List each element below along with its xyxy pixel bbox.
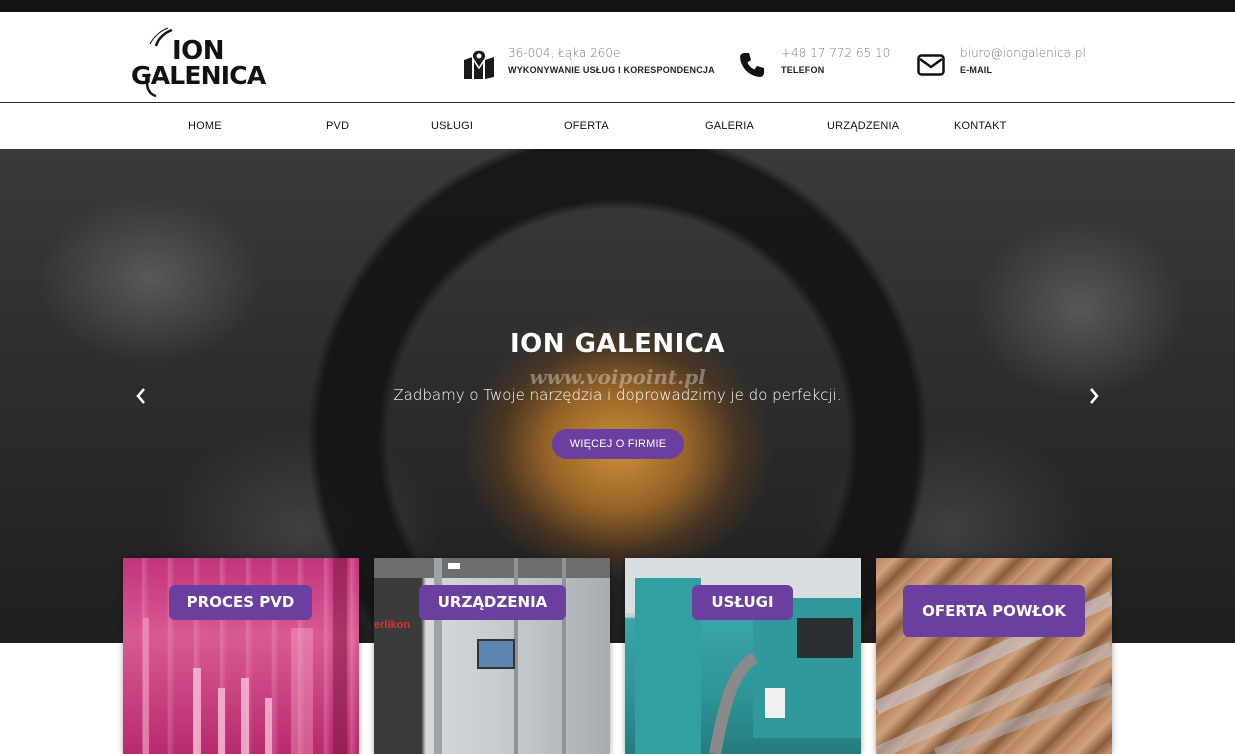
chevron-right-icon	[1090, 388, 1099, 404]
nav-item-oferta[interactable]: OFERTA	[564, 120, 609, 132]
nav-item-urzadzenia[interactable]: URZĄDZENIA	[827, 120, 899, 132]
address-text: 36-004, Łąka 260e	[508, 46, 621, 60]
phone-icon	[735, 48, 769, 82]
nav-item-pvd[interactable]: PVD	[326, 120, 349, 132]
phone-block: +48 17 772 65 10 TELEFON	[735, 46, 890, 82]
main-nav: HOME PVD USŁUGI OFERTA GALERIA URZĄDZENI…	[0, 104, 1235, 149]
card-pvd-process[interactable]: PROCES PVD	[123, 558, 359, 754]
card-label: PROCES PVD	[169, 585, 312, 620]
slider-next-button[interactable]	[1084, 385, 1104, 407]
phone-label: TELEFON	[781, 65, 825, 75]
logo-line2: GALENICA	[131, 61, 267, 90]
hero-subtitle: Zadbamy o Twoje narzędzia i doprowadzimy…	[393, 386, 842, 404]
email-label: E-MAIL	[960, 65, 993, 75]
card-services[interactable]: USŁUGI	[625, 558, 861, 754]
header: ION GALENICA 36-004, Łąka 260e WYKONYWAN…	[0, 12, 1235, 103]
nav-item-galeria[interactable]: GALERIA	[705, 120, 754, 132]
card-label: USŁUGI	[692, 585, 793, 620]
feature-cards: PROCES PVD erlikon URZĄDZENIA USŁUGI OFE…	[0, 558, 1235, 754]
brand-text: erlikon	[374, 619, 410, 631]
address-label: WYKONYWANIE USŁUG I KORESPONDENCJA	[508, 65, 715, 75]
envelope-icon	[914, 48, 948, 82]
email-text[interactable]: biuro@iongalenica.pl	[960, 46, 1086, 60]
address-block: 36-004, Łąka 260e WYKONYWANIE USŁUG I KO…	[462, 46, 715, 82]
more-about-company-button[interactable]: WIĘCEJ O FIRMIE	[552, 429, 684, 459]
nav-item-uslugi[interactable]: USŁUGI	[431, 120, 473, 132]
logo[interactable]: ION GALENICA	[128, 26, 290, 98]
card-devices[interactable]: erlikon URZĄDZENIA	[374, 558, 610, 754]
card-label: OFERTA POWŁOK	[903, 585, 1085, 637]
card-label: URZĄDZENIA	[419, 585, 566, 620]
card-coatings-offer[interactable]: OFERTA POWŁOK	[876, 558, 1112, 754]
nav-item-home[interactable]: HOME	[188, 120, 222, 132]
hero-title: ION GALENICA	[509, 329, 725, 359]
phone-text[interactable]: +48 17 772 65 10	[781, 46, 890, 60]
chevron-left-icon	[136, 388, 145, 404]
slider-prev-button[interactable]	[131, 385, 151, 407]
top-bar	[0, 0, 1235, 12]
map-icon	[462, 48, 496, 82]
nav-item-kontakt[interactable]: KONTAKT	[954, 120, 1007, 132]
email-block: biuro@iongalenica.pl E-MAIL	[914, 46, 1086, 82]
logo-graphic: ION GALENICA	[131, 27, 268, 98]
